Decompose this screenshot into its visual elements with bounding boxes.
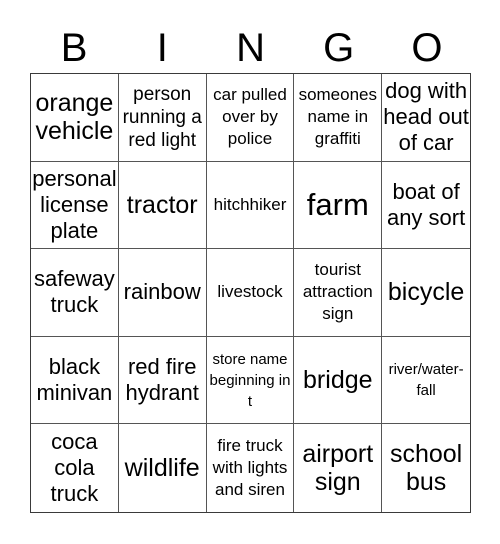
- cell-text: bicycle: [387, 278, 465, 307]
- cell-text: fire truck with lights and siren: [212, 436, 288, 500]
- bingo-cell[interactable]: tourist attraction sign: [294, 249, 383, 337]
- bingo-cell[interactable]: bicycle: [382, 249, 470, 337]
- bingo-cell[interactable]: tractor: [118, 161, 207, 250]
- header-letter-g: G: [323, 26, 355, 70]
- cell-text: livestock: [217, 282, 283, 302]
- bingo-cell[interactable]: orange vehicle: [31, 74, 119, 162]
- bingo-cell[interactable]: school bus: [382, 424, 470, 512]
- bingo-cell[interactable]: livestock: [206, 249, 295, 337]
- bingo-cell[interactable]: rainbow: [118, 249, 207, 337]
- bingo-cell[interactable]: store name beginning in t: [206, 336, 295, 425]
- cell-text: tourist attraction sign: [302, 260, 373, 324]
- bingo-cell[interactable]: hitchhiker: [206, 161, 295, 250]
- cell-text: personal license plate: [32, 165, 117, 243]
- cell-text: black minivan: [36, 354, 113, 406]
- bingo-cell[interactable]: fire truck with lights and siren: [207, 424, 295, 512]
- cell-text: farm: [306, 186, 369, 222]
- bingo-cell[interactable]: safeway truck: [31, 249, 119, 337]
- bingo-cell[interactable]: dog with head out of car: [382, 74, 470, 162]
- cell-text: store name beginning in t: [209, 350, 291, 410]
- bingo-cell[interactable]: boat of any sort: [382, 162, 470, 250]
- bingo-grid: orange vehicle person running a red ligh…: [30, 73, 471, 513]
- bingo-cell[interactable]: black minivan: [31, 336, 119, 425]
- bingo-cell[interactable]: wildlife: [119, 424, 207, 512]
- cell-text: wildlife: [124, 454, 200, 483]
- cell-text: hitchhiker: [213, 194, 287, 214]
- bingo-cell[interactable]: personal license plate: [31, 161, 119, 250]
- bingo-cell[interactable]: someones name in graffiti: [294, 74, 383, 162]
- cell-text: someones name in graffiti: [298, 85, 377, 149]
- cell-text: boat of any sort: [386, 178, 466, 230]
- bingo-cell[interactable]: coca cola truck: [31, 424, 119, 512]
- cell-text: dog with head out of car: [383, 78, 469, 156]
- cell-text: tractor: [126, 190, 198, 219]
- bingo-cell[interactable]: bridge: [294, 336, 383, 425]
- bingo-cell[interactable]: farm: [294, 161, 383, 250]
- cell-text: red fire hydrant: [125, 354, 199, 406]
- cell-text: person running a red light: [122, 83, 202, 151]
- header-letter-o: O: [411, 26, 443, 70]
- bingo-cell[interactable]: person running a red light: [118, 74, 207, 162]
- cell-text: car pulled over by police: [213, 85, 287, 149]
- cell-text: coca cola truck: [50, 429, 99, 507]
- cell-text: bridge: [303, 366, 373, 395]
- cell-text: school bus: [389, 440, 463, 497]
- bingo-cell[interactable]: red fire hydrant: [118, 336, 207, 425]
- bingo-cell[interactable]: car pulled over by police: [206, 74, 295, 162]
- bingo-cell[interactable]: airport sign: [294, 424, 383, 512]
- header-letter-i: I: [156, 26, 168, 70]
- header-letter-n: N: [236, 26, 265, 70]
- bingo-cell[interactable]: river/water-fall: [382, 337, 470, 425]
- cell-text: airport sign: [302, 440, 374, 497]
- cell-text: orange vehicle: [35, 89, 114, 146]
- header-letter-b: B: [60, 26, 88, 70]
- cell-text: rainbow: [123, 279, 201, 305]
- cell-text: safeway truck: [34, 266, 115, 318]
- cell-text: river/water-fall: [388, 361, 464, 400]
- bingo-header: B I N G O: [30, 24, 471, 72]
